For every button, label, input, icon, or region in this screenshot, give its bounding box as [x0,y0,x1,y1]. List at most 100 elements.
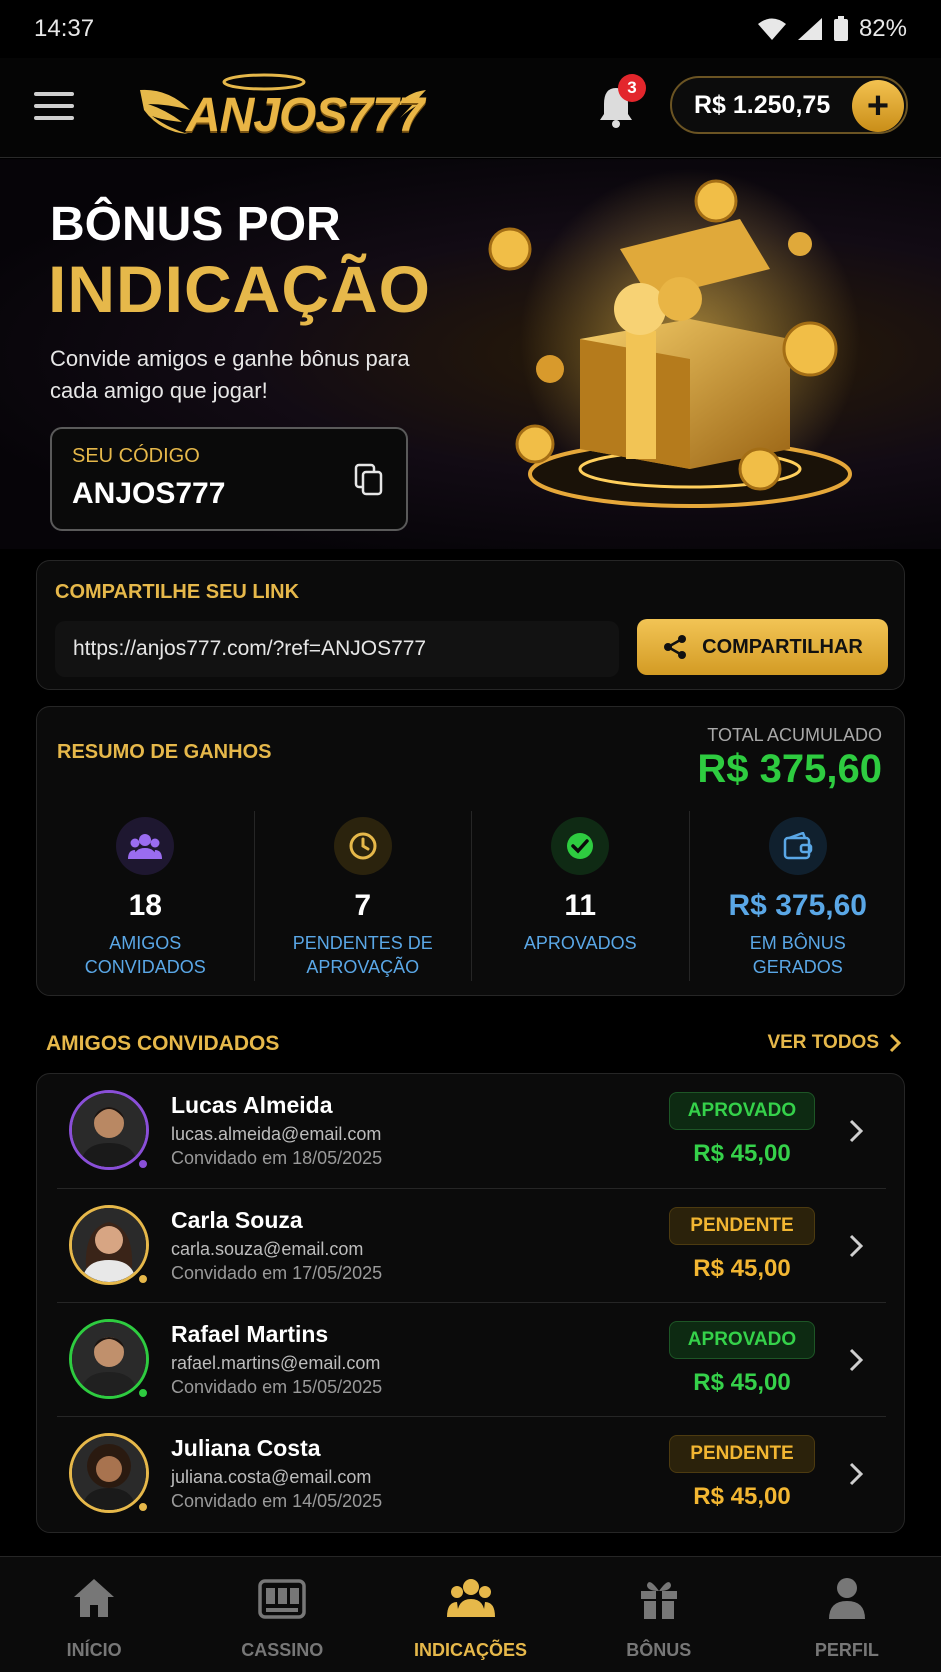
menu-icon-line [34,92,74,96]
hero-title-line2: INDICAÇÃO [48,252,431,326]
stat-label: PENDENTES DE APROVAÇÃO [292,933,433,977]
summary-heading: RESUMO DE GANHOS [57,741,272,763]
friends-heading: AMIGOS CONVIDADOS [46,1032,280,1055]
users-icon [116,817,175,875]
code-value: ANJOS777 [72,477,226,510]
status-badge: APROVADO [669,1092,815,1130]
share-icon [664,635,687,659]
share-button[interactable]: COMPARTILHAR [637,619,888,675]
battery-percent: 82% [858,15,907,42]
friend-amount: R$ 45,00 [693,1483,791,1510]
status-badge: APROVADO [669,1321,815,1359]
share-link-card: COMPARTILHE SEU LINK https://anjos777.co… [36,560,905,690]
home-icon [74,1579,115,1617]
friend-amount: R$ 45,00 [693,1255,791,1282]
friend-row[interactable]: Rafael Martins rafael.martins@email.com … [57,1302,886,1416]
friend-name: Juliana Costa [171,1435,321,1461]
friend-row[interactable]: Carla Souza carla.souza@email.com Convid… [57,1188,886,1302]
chevron-right-icon [849,1234,864,1258]
friend-row[interactable]: Lucas Almeida lucas.almeida@email.com Co… [57,1074,886,1188]
wifi-icon [757,18,786,40]
battery-icon [833,16,848,41]
stat-value: R$ 375,60 [728,889,867,922]
hero-subtitle: Convide amigos e ganhe bônus para cada a… [50,346,410,403]
menu-button[interactable] [34,88,74,124]
see-all-link[interactable]: VER TODOS [767,1032,901,1054]
bottom-nav: INÍCIO CASSINO INDICAÇÕES BÔNUS PERFIL [0,1556,941,1672]
signal-icon [797,18,822,40]
chevron-right-icon [849,1348,864,1372]
see-all-label: VER TODOS [767,1032,879,1053]
total-label: TOTAL ACUMULADO [707,725,882,745]
chevron-right-icon [849,1462,864,1486]
nav-label: PERFIL [814,1640,879,1660]
nav-label: INDICAÇÕES [414,1640,528,1660]
avatar [69,1433,149,1513]
stat-value: 18 [128,889,162,922]
nav-item-indicacoes[interactable]: INDICAÇÕES [376,1557,564,1672]
friend-date: Convidado em 15/05/2025 [171,1377,383,1397]
referral-link-field[interactable]: https://anjos777.com/?ref=ANJOS777 [55,621,619,677]
nav-item-inicio[interactable]: INÍCIO [0,1557,188,1672]
stat-label: APROVADOS [523,933,637,953]
nav-label: INÍCIO [66,1640,122,1660]
nav-label: BÔNUS [626,1640,692,1660]
friend-name: Carla Souza [171,1207,303,1233]
stat-value: 11 [564,889,597,922]
status-time: 14:37 [34,15,95,42]
status-badge: PENDENTE [669,1435,815,1473]
friend-date: Convidado em 18/05/2025 [171,1148,383,1168]
nav-item-perfil[interactable]: PERFIL [753,1557,941,1672]
total-value: R$ 375,60 [697,747,882,791]
avatar [69,1319,149,1399]
profile-icon [828,1578,865,1619]
friend-name: Lucas Almeida [171,1092,333,1118]
check-icon [551,817,610,875]
logo[interactable]: ANJOS777 [138,70,428,150]
slot-machine-icon [258,1579,307,1619]
stat-pending: 7 PENDENTES DE APROVAÇÃO [253,811,472,981]
logo-text: ANJOS777 [186,89,424,142]
balance-pill[interactable]: R$ 1.250,75 + [670,76,908,134]
friend-email: lucas.almeida@email.com [171,1124,382,1144]
avatar [69,1205,149,1285]
status-icons: 82% [757,15,907,43]
friends-list: Lucas Almeida lucas.almeida@email.com Co… [36,1073,905,1533]
online-indicator [137,1158,149,1170]
chevron-right-icon [849,1119,864,1143]
notification-badge: 3 [618,74,646,102]
status-bar: 14:37 82% [0,0,941,58]
app-header: ANJOS777 3 R$ 1.250,75 + [0,58,941,158]
add-funds-button[interactable]: + [852,80,904,132]
online-indicator [137,1387,149,1399]
earnings-summary-card: RESUMO DE GANHOS TOTAL ACUMULADO R$ 375,… [36,706,905,996]
stat-invited: 18 AMIGOS CONVIDADOS [37,811,254,981]
menu-icon-line [34,116,74,120]
share-heading: COMPARTILHE SEU LINK [55,581,300,603]
hero-title-line1: BÔNUS POR [50,198,341,251]
status-badge: PENDENTE [669,1207,815,1245]
gift-illustration [488,169,860,509]
online-indicator [137,1501,149,1513]
referral-code-box: SEU CÓDIGO ANJOS777 [50,427,408,531]
stat-value: 7 [354,889,372,922]
nav-item-bonus[interactable]: BÔNUS [565,1557,753,1672]
copy-icon[interactable] [354,463,384,497]
group-icon [446,1579,495,1617]
friend-amount: R$ 45,00 [693,1140,791,1167]
friend-amount: R$ 45,00 [693,1369,791,1396]
wallet-icon [768,817,827,875]
friend-email: carla.souza@email.com [171,1239,364,1259]
friend-date: Convidado em 17/05/2025 [171,1263,383,1283]
online-indicator [137,1273,149,1285]
nav-item-cassino[interactable]: CASSINO [188,1557,376,1672]
clock-icon [333,817,392,875]
chevron-right-icon [889,1033,901,1053]
share-button-label: COMPARTILHAR [702,635,863,658]
stat-label: EM BÔNUS GERADOS [749,933,846,977]
gift-icon [640,1582,677,1619]
friend-email: rafael.martins@email.com [171,1353,381,1373]
code-label: SEU CÓDIGO [72,445,200,467]
friend-row[interactable]: Juliana Costa juliana.costa@email.com Co… [57,1416,886,1530]
menu-icon-line [34,104,74,108]
